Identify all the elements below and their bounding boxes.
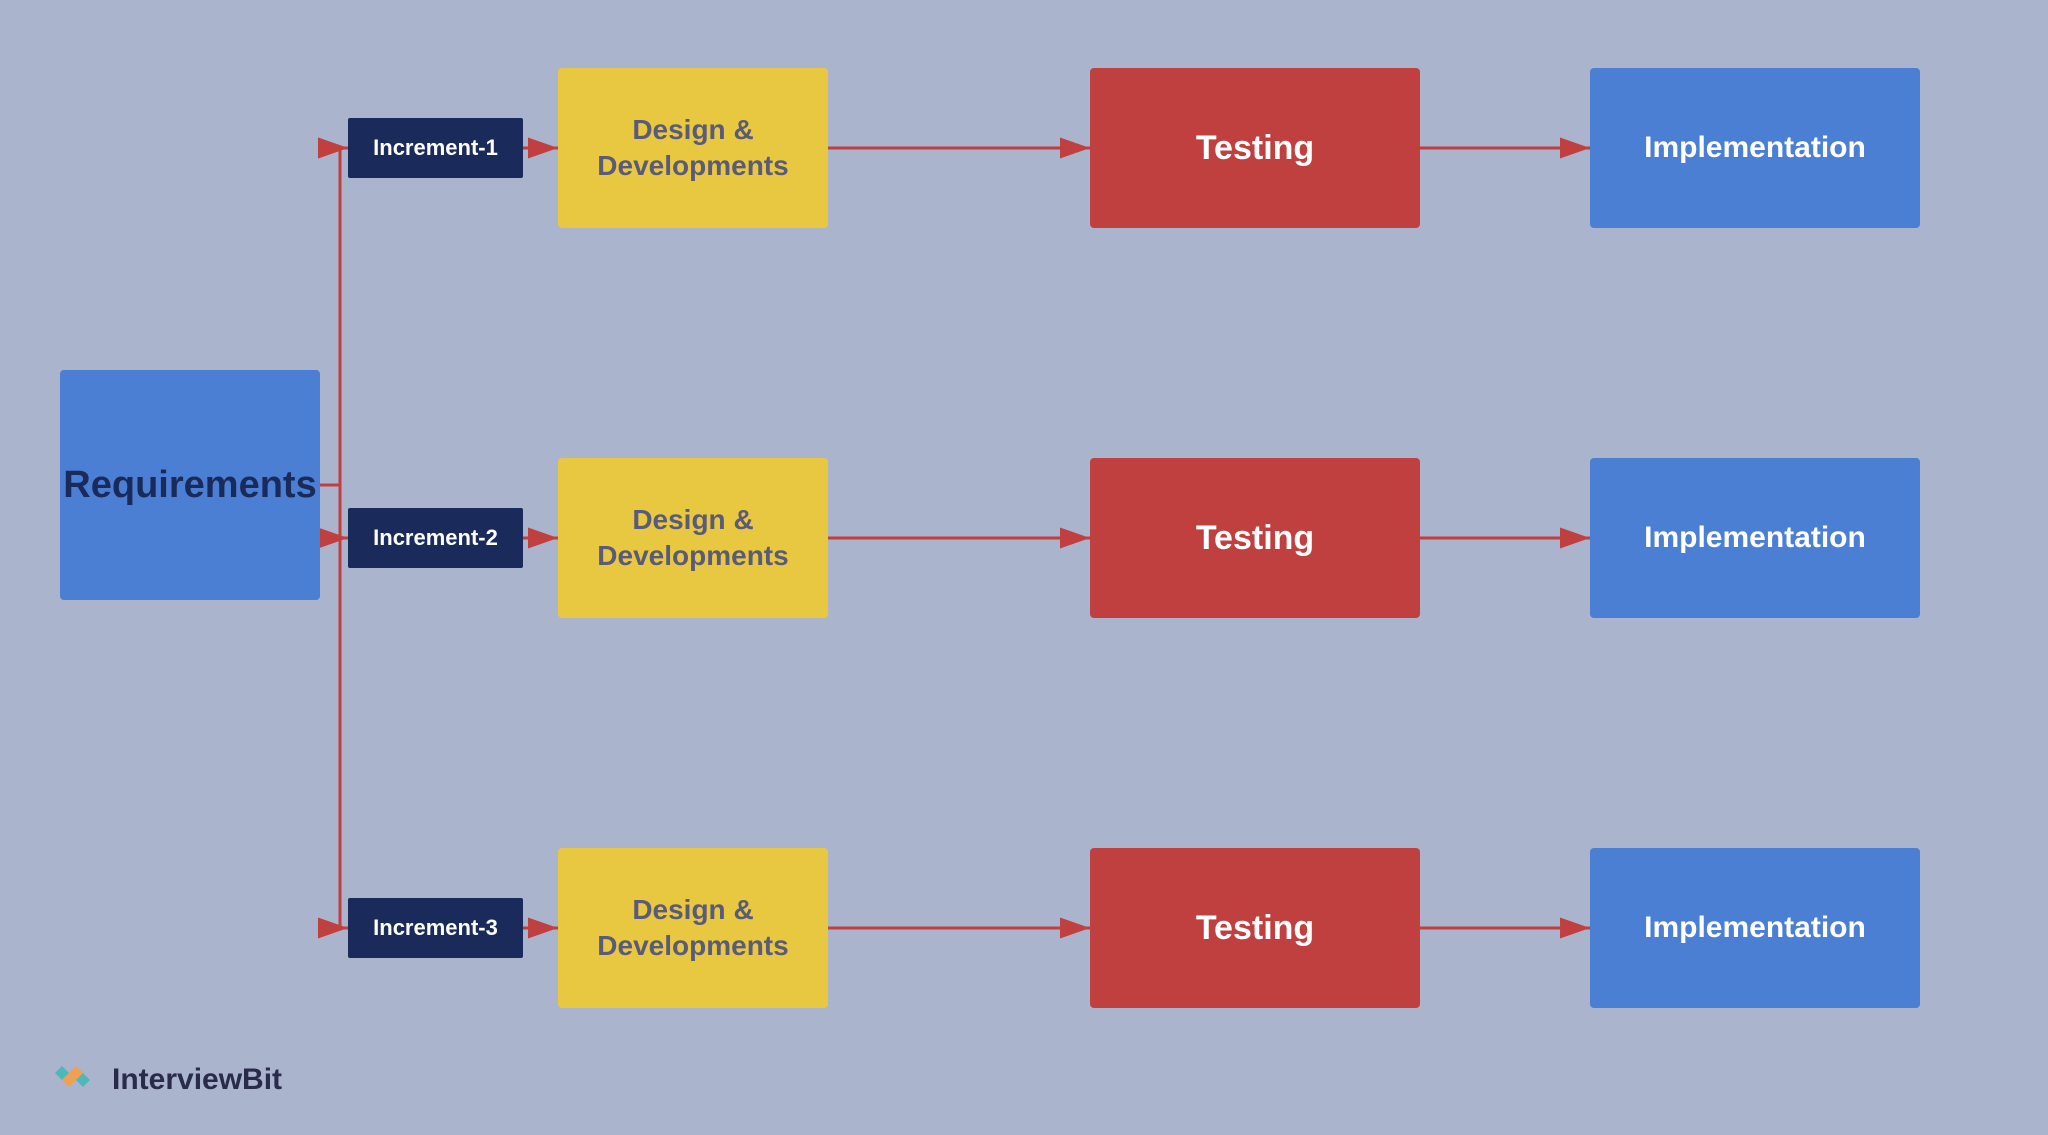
design-2-box: Design &Developments xyxy=(558,458,828,618)
design-3-label: Design &Developments xyxy=(597,892,788,965)
design-2-label: Design &Developments xyxy=(597,502,788,575)
design-1-box: Design &Developments xyxy=(558,68,828,228)
requirements-box: Requirements xyxy=(60,370,320,600)
design-1-label: Design &Developments xyxy=(597,112,788,185)
design-3-box: Design &Developments xyxy=(558,848,828,1008)
logo-text: InterviewBit xyxy=(112,1063,282,1097)
increment-2-box: Increment-2 xyxy=(348,508,523,568)
increment-1-box: Increment-1 xyxy=(348,118,523,178)
increment-1-label: Increment-1 xyxy=(373,135,498,161)
logo-container: InterviewBit xyxy=(50,1055,282,1105)
implementation-2-label: Implementation xyxy=(1644,521,1866,555)
interviewbit-logo-icon xyxy=(50,1055,100,1105)
implementation-3-label: Implementation xyxy=(1644,911,1866,945)
increment-3-label: Increment-3 xyxy=(373,915,498,941)
implementation-2-box: Implementation xyxy=(1590,458,1920,618)
requirements-label: Requirements xyxy=(63,464,316,507)
testing-1-label: Testing xyxy=(1196,129,1314,168)
diagram-container: Requirements Increment-1 Increment-2 Inc… xyxy=(0,0,2048,1135)
testing-1-box: Testing xyxy=(1090,68,1420,228)
testing-3-label: Testing xyxy=(1196,909,1314,948)
testing-3-box: Testing xyxy=(1090,848,1420,1008)
increment-2-label: Increment-2 xyxy=(373,525,498,551)
testing-2-box: Testing xyxy=(1090,458,1420,618)
increment-3-box: Increment-3 xyxy=(348,898,523,958)
implementation-1-box: Implementation xyxy=(1590,68,1920,228)
implementation-1-label: Implementation xyxy=(1644,131,1866,165)
testing-2-label: Testing xyxy=(1196,519,1314,558)
implementation-3-box: Implementation xyxy=(1590,848,1920,1008)
